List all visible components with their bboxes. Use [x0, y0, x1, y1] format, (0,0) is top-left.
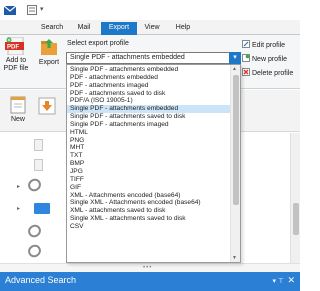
splitter-grip-icon: •••: [143, 265, 153, 271]
profile-label: Select export profile: [67, 40, 129, 47]
tab-search[interactable]: Search: [38, 22, 66, 35]
profile-option[interactable]: TXT: [67, 152, 230, 160]
tab-export[interactable]: Export: [101, 22, 137, 35]
svg-text:PDF: PDF: [7, 45, 19, 51]
profile-option[interactable]: PDF - attachments embedded: [67, 74, 230, 82]
quick-access-dropdown-icon[interactable]: ▾: [40, 5, 44, 13]
profile-list-scrollbar-thumb[interactable]: [233, 75, 239, 205]
new-button[interactable]: New: [6, 96, 30, 124]
new-profile-label: New profile: [252, 56, 288, 63]
advanced-search-bar[interactable]: Advanced Search ▾ ⊤ ✕: [0, 272, 300, 291]
profile-options: Single PDF - attachments embedded PDF - a…: [67, 66, 230, 231]
export-label: Export: [38, 59, 60, 66]
import-icon[interactable]: [38, 97, 56, 115]
export-icon: [39, 37, 59, 57]
file-icon[interactable]: [34, 139, 43, 151]
profile-option[interactable]: XML - attachments saved to disk: [67, 207, 230, 215]
profile-option[interactable]: JPG: [67, 168, 230, 176]
profile-option[interactable]: Single PDF - attachments imaged: [67, 121, 230, 129]
advanced-search-label: Advanced Search: [5, 275, 77, 285]
delete-profile-label: Delete profile: [252, 70, 294, 77]
export-button[interactable]: Export: [37, 37, 61, 67]
dropdown-arrow-icon[interactable]: ▾: [229, 52, 241, 64]
add-to-pdf-button[interactable]: PDF Add to PDF file: [3, 36, 29, 73]
new-profile-icon: [242, 54, 250, 62]
add-to-label-2: PDF file: [3, 65, 29, 72]
attachment-icon[interactable]: [25, 242, 44, 260]
scroll-down-icon[interactable]: ▼: [232, 255, 237, 261]
tree-scrollbar[interactable]: [290, 133, 300, 263]
export-profile-list[interactable]: Single PDF - attachments embedded PDF - a…: [66, 64, 241, 263]
new-profile-button[interactable]: New profile: [242, 54, 287, 64]
edit-profile-button[interactable]: Edit profile: [242, 40, 285, 50]
tab-help[interactable]: Help: [172, 22, 194, 35]
selected-profile: Single PDF - attachments embedded: [70, 54, 185, 61]
scroll-up-icon[interactable]: ▲: [232, 66, 237, 72]
profile-option[interactable]: XML - Attachments encoded (base64): [67, 192, 230, 200]
profile-option[interactable]: Single PDF - attachments embedded: [67, 105, 230, 114]
profile-option[interactable]: PDF/A (ISO 19005-1): [67, 97, 230, 105]
delete-profile-button[interactable]: Delete profile: [242, 68, 293, 78]
tab-view[interactable]: View: [141, 22, 163, 35]
file-icon[interactable]: [34, 159, 43, 171]
new-document-icon: [10, 96, 26, 114]
profile-option[interactable]: Single XML - Attachments encoded (base64…: [67, 199, 230, 207]
close-icon[interactable]: ✕: [287, 275, 295, 286]
delete-profile-icon: [242, 68, 250, 76]
profile-option[interactable]: HTML: [67, 129, 230, 137]
title-bar: ▾: [0, 0, 300, 20]
expand-arrow-icon[interactable]: ▸: [17, 205, 20, 212]
ribbon-tabs: Search Mail Export View Help: [0, 20, 300, 35]
profile-list-scrollbar[interactable]: ▲ ▼: [230, 65, 240, 262]
attachment-icon[interactable]: [25, 176, 44, 194]
add-to-label-1: Add to: [5, 57, 27, 64]
profile-option[interactable]: MHT: [67, 144, 230, 152]
edit-profile-label: Edit profile: [252, 42, 286, 49]
profile-option[interactable]: PDF - attachments imaged: [67, 82, 230, 90]
quick-access-icon[interactable]: [27, 5, 37, 15]
profile-option[interactable]: Single PDF - attachments embedded: [67, 66, 230, 74]
profile-option[interactable]: PDF - attachments saved to disk: [67, 90, 230, 98]
panel-splitter[interactable]: •••: [0, 263, 300, 272]
edit-icon: [242, 40, 250, 48]
folder-icon[interactable]: [34, 203, 50, 214]
profile-option[interactable]: Single XML - attachments saved to disk: [67, 215, 230, 223]
profile-option[interactable]: GIF: [67, 184, 230, 192]
app-logo-icon: [3, 5, 17, 15]
profile-option[interactable]: TIFF: [67, 176, 230, 184]
pin-icon[interactable]: ▾ ⊤: [272, 277, 284, 285]
tab-mail[interactable]: Mail: [72, 22, 96, 35]
profile-option[interactable]: CSV: [67, 223, 230, 231]
attachment-icon[interactable]: [25, 222, 44, 240]
profile-option[interactable]: BMP: [67, 160, 230, 168]
new-label: New: [10, 116, 25, 123]
tree-scrollbar-thumb[interactable]: [293, 203, 299, 235]
expand-arrow-icon[interactable]: ▸: [17, 183, 20, 190]
profile-option[interactable]: PNG: [67, 137, 230, 145]
profile-option[interactable]: Single PDF - attachments saved to disk: [67, 113, 230, 121]
pdf-icon: PDF: [5, 36, 27, 56]
export-profile-select[interactable]: Single PDF - attachments embedded ▾: [66, 52, 241, 64]
